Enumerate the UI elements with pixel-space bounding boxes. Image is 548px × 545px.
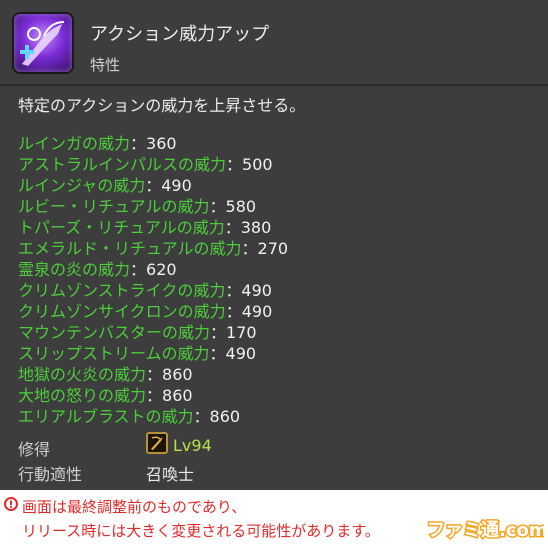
potency-list: ルインガの威力：360 アストラルインパルスの威力：500 ルインジャの威力：4… bbox=[18, 133, 288, 427]
potency-value: 270 bbox=[257, 239, 289, 258]
potency-value: 580 bbox=[225, 197, 257, 216]
potency-separator: ： bbox=[130, 260, 147, 279]
potency-row: トパーズ・リチュアルの威力：380 bbox=[18, 217, 288, 238]
potency-separator: ： bbox=[146, 365, 163, 384]
potency-row: 大地の怒りの威力：860 bbox=[18, 385, 288, 406]
potency-label: エメラルド・リチュアルの威力 bbox=[18, 239, 242, 258]
potency-separator: ： bbox=[226, 155, 243, 174]
notice-text-line1: 画面は最終調整前のものであり、 bbox=[22, 498, 247, 516]
job-value: 召喚士 bbox=[146, 465, 195, 484]
potency-row: 霊泉の炎の威力：620 bbox=[18, 259, 288, 280]
famitsu-logo: ファミ通.com bbox=[426, 515, 548, 543]
potency-label: アストラルインパルスの威力 bbox=[18, 155, 227, 174]
potency-row: アストラルインパルスの威力：500 bbox=[18, 154, 288, 175]
potency-label: クリムゾンストライクの威力 bbox=[18, 281, 226, 300]
potency-separator: ： bbox=[145, 176, 162, 195]
potency-label: 霊泉の炎の威力 bbox=[18, 260, 131, 279]
potency-value: 170 bbox=[226, 323, 257, 342]
potency-value: 620 bbox=[146, 260, 177, 279]
potency-label: マウンテンバスターの威力 bbox=[18, 323, 211, 342]
acquired-level: Lv94 bbox=[173, 436, 212, 455]
potency-row: 地獄の火炎の威力：860 bbox=[18, 364, 288, 385]
potency-separator: ： bbox=[241, 239, 258, 258]
potency-row: マウンテンバスターの威力：170 bbox=[18, 322, 288, 343]
potency-label: トパーズ・リチュアルの威力 bbox=[18, 218, 225, 237]
potency-label: 大地の怒りの威力 bbox=[18, 386, 147, 405]
job-label: 行動適性 bbox=[18, 465, 83, 484]
potency-value: 860 bbox=[209, 407, 241, 426]
notice-text-line2: リリース時には大きく変更される可能性があります。 bbox=[22, 522, 380, 540]
potency-value: 490 bbox=[161, 176, 192, 195]
potency-row: クリムゾンストライクの威力：490 bbox=[18, 280, 288, 301]
potency-value: 500 bbox=[242, 155, 273, 174]
potency-value: 490 bbox=[241, 302, 273, 321]
potency-row: クリムゾンサイクロンの威力：490 bbox=[18, 301, 288, 322]
potency-label: スリップストリームの威力 bbox=[18, 344, 210, 363]
potency-row: スリップストリームの威力：490 bbox=[18, 343, 288, 364]
potency-value: 860 bbox=[162, 365, 193, 384]
trait-title: アクション威力アップ bbox=[90, 24, 270, 45]
potency-value: 860 bbox=[162, 386, 193, 405]
acquired-label: 修得 bbox=[18, 440, 51, 459]
potency-label: ルインガの威力 bbox=[18, 134, 131, 153]
potency-separator: ： bbox=[146, 386, 163, 405]
potency-separator: ： bbox=[209, 197, 226, 216]
potency-separator: ： bbox=[225, 302, 242, 321]
tooltip-header: アクション威力アップ 特性 bbox=[0, 0, 548, 84]
potency-value: 490 bbox=[225, 344, 257, 363]
potency-label: エリアルブラストの威力 bbox=[18, 407, 194, 426]
tooltip-panel: アクション威力アップ 特性 特定のアクションの威力を上昇させる。 ルインガの威力… bbox=[0, 0, 548, 490]
potency-value: 380 bbox=[240, 218, 272, 237]
potency-separator: ： bbox=[193, 407, 210, 426]
svg-text:ファミ通.com: ファミ通.com bbox=[427, 520, 544, 541]
warning-icon bbox=[4, 497, 18, 511]
summoner-trait-icon bbox=[14, 14, 72, 72]
header-divider bbox=[0, 84, 548, 86]
summoner-job-icon bbox=[146, 432, 168, 454]
potency-value: 490 bbox=[241, 281, 272, 300]
potency-separator: ： bbox=[209, 344, 226, 363]
potency-label: クリムゾンサイクロンの威力 bbox=[18, 302, 226, 321]
potency-row: ルビー・リチュアルの威力：580 bbox=[18, 196, 288, 217]
potency-label: ルビー・リチュアルの威力 bbox=[18, 197, 210, 216]
potency-value: 360 bbox=[146, 134, 177, 153]
trait-description: 特定のアクションの威力を上昇させる。 bbox=[18, 96, 306, 115]
potency-row: エメラルド・リチュアルの威力：270 bbox=[18, 238, 288, 259]
potency-separator: ： bbox=[130, 134, 147, 153]
potency-separator: ： bbox=[225, 281, 242, 300]
trait-category: 特性 bbox=[90, 56, 121, 74]
potency-row: ルインガの威力：360 bbox=[18, 133, 288, 154]
potency-row: エリアルブラストの威力：860 bbox=[18, 406, 288, 427]
potency-label: 地獄の火炎の威力 bbox=[18, 365, 147, 384]
potency-label: ルインジャの威力 bbox=[18, 176, 146, 195]
potency-separator: ： bbox=[210, 323, 227, 342]
potency-row: ルインジャの威力：490 bbox=[18, 175, 288, 196]
potency-separator: ： bbox=[224, 218, 241, 237]
